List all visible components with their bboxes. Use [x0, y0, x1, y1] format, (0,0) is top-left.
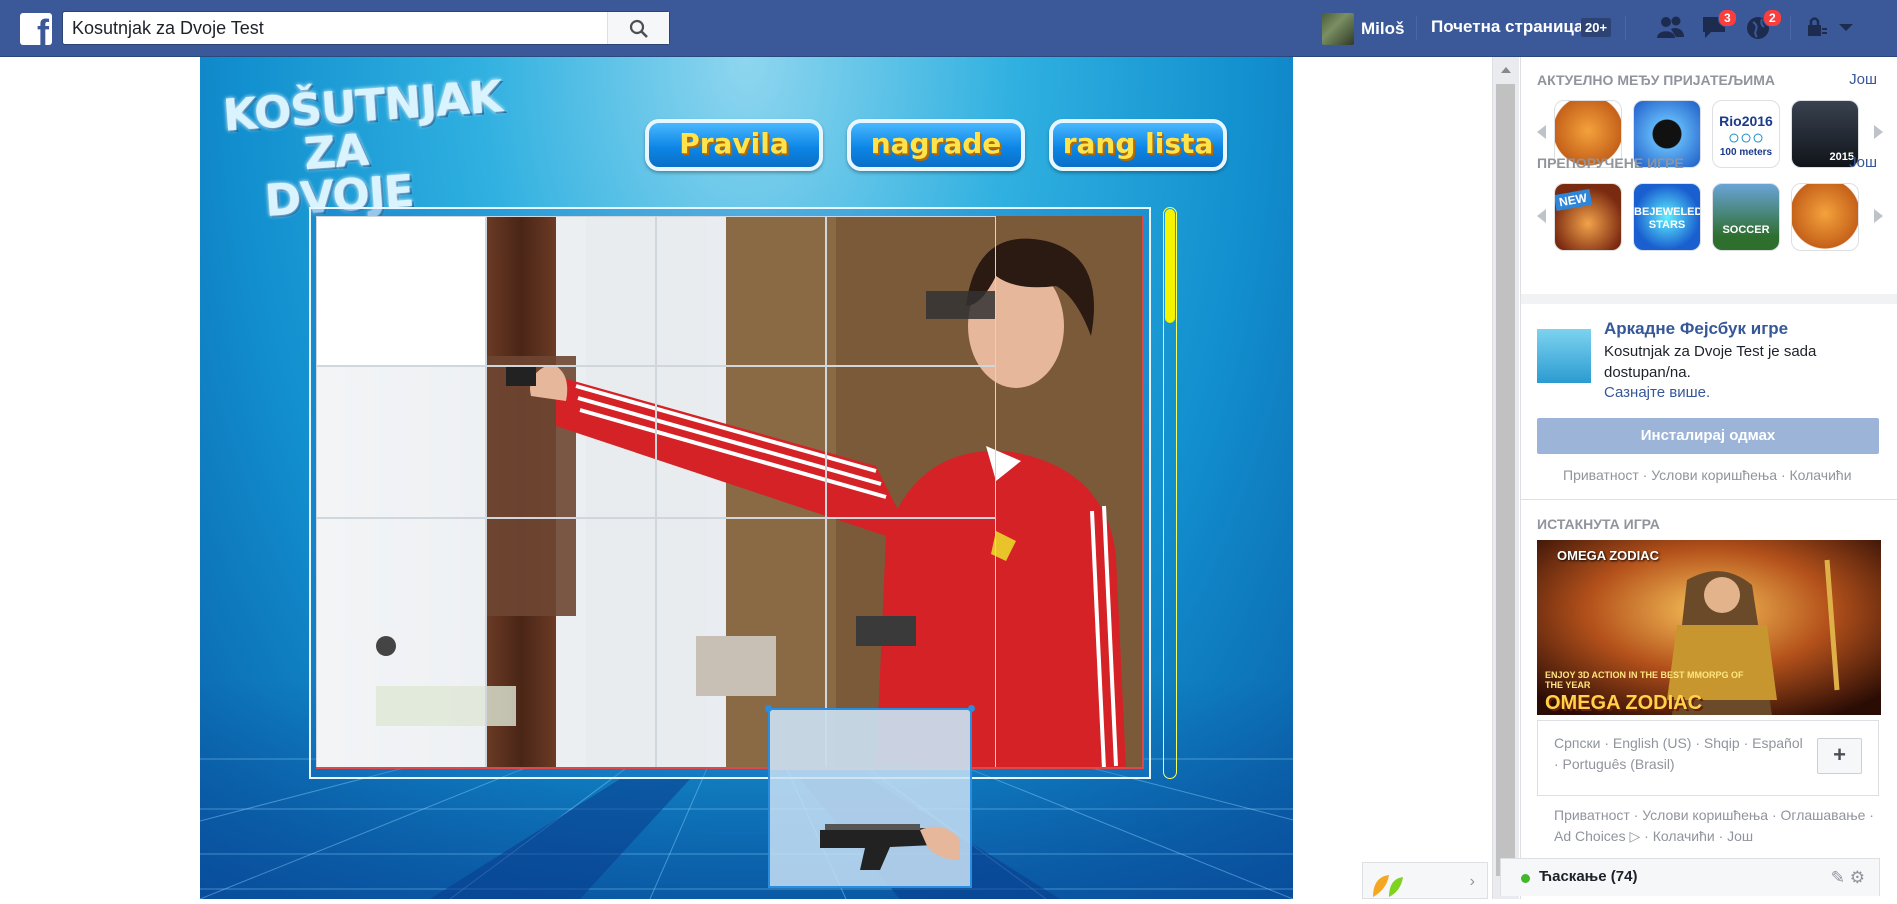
game-thumb-new[interactable]: NEW — [1554, 183, 1622, 251]
divider — [1521, 294, 1897, 304]
home-badge: 20+ — [1581, 18, 1612, 37]
timer-fill — [1165, 209, 1175, 323]
avatar[interactable] — [1322, 13, 1354, 45]
featured-game-tagline: ENJOY 3D ACTION IN THE BEST MMORPG OF TH… — [1545, 670, 1744, 690]
install-now-button[interactable]: Инсталирај одмах — [1537, 418, 1879, 454]
privacy-lock-icon[interactable] — [1806, 14, 1836, 42]
chat-label[interactable]: Ћаскање (74) — [1539, 868, 1637, 885]
mini-chat-tab[interactable]: › — [1362, 862, 1488, 899]
chevron-right-icon[interactable] — [1874, 125, 1883, 139]
ranking-button[interactable]: rang lista — [1049, 119, 1227, 171]
divider — [1625, 16, 1626, 40]
recommended-games-list: NEW BEJEWELED STARS SOCCER — [1554, 183, 1859, 251]
divider — [1790, 16, 1791, 40]
more-languages-button[interactable]: + — [1817, 738, 1862, 774]
home-link[interactable]: Почетна страница — [1431, 17, 1584, 37]
featured-game-banner[interactable]: OMEGA ZODIAC ENJOY 3D ACTION IN THE BEST… — [1537, 540, 1881, 715]
chevron-right-icon[interactable]: › — [1470, 873, 1475, 891]
prizes-button[interactable]: nagrade — [847, 119, 1025, 171]
pistol-image — [770, 710, 970, 870]
recommended-title: ПРЕПОРУЧЕНЕ ИГРЕ — [1537, 155, 1684, 171]
trending-more-link[interactable]: Још — [1849, 71, 1877, 88]
chevron-left-icon[interactable] — [1537, 125, 1546, 139]
search-icon — [629, 19, 648, 38]
account-menu-chevron-down-icon[interactable] — [1836, 14, 1866, 42]
dragged-puzzle-tile[interactable] — [765, 705, 975, 888]
notifications-badge: 2 — [1763, 9, 1782, 27]
chat-bar[interactable]: Ћаскање (74) ✎ ⚙ — [1500, 858, 1880, 896]
puzzle-board[interactable] — [309, 207, 1151, 779]
profile-link[interactable]: Miloš — [1322, 13, 1404, 45]
featured-game-title: ИСТАКНУТА ИГРА — [1537, 516, 1660, 532]
soccer-thumb-title: SOCCER — [1722, 224, 1770, 236]
language-links[interactable]: Српски · English (US) · Shqip · Español … — [1554, 733, 1804, 775]
game-logo: KOŠUTNJAK ZA DVOJE — [221, 71, 503, 227]
puzzle-empty-slot[interactable] — [316, 216, 486, 366]
timer-bar — [1163, 207, 1177, 779]
puzzle-tile[interactable] — [486, 216, 656, 366]
trending-title: АКТУЕЛНО МЕЂУ ПРИЈАТЕЉИМА — [1537, 72, 1776, 88]
promo-text: Kosutnjak za Dvoje Test je sada dostupan… — [1604, 343, 1817, 381]
friend-requests-icon[interactable] — [1655, 14, 1685, 42]
top-bar: f Kosutnjak za Dvoje Test Miloš Почетна … — [0, 0, 1897, 57]
promo-game-thumbnail[interactable] — [1537, 329, 1591, 383]
game-scrollbar[interactable] — [1492, 57, 1519, 899]
game-thumb-owl[interactable] — [1791, 183, 1859, 251]
leaf-logo-icon — [1373, 875, 1403, 897]
featured-game-caption: OMEGA ZODIAC — [1545, 692, 1703, 714]
policy-links[interactable]: Приватност · Услови коришћења · Колачићи — [1563, 467, 1852, 483]
puzzle-tile[interactable] — [656, 216, 826, 366]
drag-handle[interactable] — [765, 705, 772, 712]
messages-icon[interactable]: 3 — [1700, 9, 1737, 42]
game-thumb-rio2016[interactable]: Rio2016 ○○○ 100 meters — [1712, 100, 1780, 168]
promo-title[interactable]: Аркадне Фејсбук игре — [1604, 319, 1788, 339]
divider — [1521, 499, 1897, 500]
scroll-up-arrow-icon[interactable] — [1501, 67, 1511, 73]
puzzle-tile[interactable] — [316, 518, 486, 767]
learn-more-link[interactable]: Сазнајте више. — [1604, 384, 1710, 401]
puzzle-tile[interactable] — [316, 366, 486, 518]
chevron-right-icon[interactable] — [1874, 209, 1883, 223]
user-name[interactable]: Miloš — [1361, 19, 1404, 39]
facebook-logo-icon[interactable]: f — [20, 13, 52, 45]
olympic-rings-icon: ○○○ — [1727, 127, 1765, 149]
online-status-icon — [1521, 874, 1530, 883]
search-input[interactable]: Kosutnjak za Dvoje Test — [62, 11, 670, 45]
puzzle-tile[interactable] — [826, 216, 996, 366]
puzzle-grid — [316, 216, 1144, 769]
game-canvas[interactable]: KOŠUTNJAK ZA DVOJE Pravila nagrade rang … — [200, 57, 1293, 899]
games-sidebar: АКТУЕЛНО МЕЂУ ПРИЈАТЕЉИМА Још Rio2016 ○○… — [1520, 57, 1897, 899]
game-thumb-bejeweled[interactable]: BEJEWELED STARS — [1633, 183, 1701, 251]
puzzle-tile[interactable] — [656, 366, 826, 518]
footer-links[interactable]: Приватност · Услови коришћења · Оглашава… — [1554, 805, 1874, 847]
puzzle-tile[interactable] — [826, 366, 996, 518]
puzzle-tile[interactable] — [486, 518, 656, 767]
new-badge: NEW — [1555, 188, 1593, 212]
search-button[interactable] — [607, 12, 669, 44]
divider — [1416, 16, 1417, 40]
puzzle-tile[interactable] — [486, 366, 656, 518]
chevron-left-icon[interactable] — [1537, 209, 1546, 223]
drag-handle[interactable] — [968, 705, 975, 712]
game-thumb-soccer[interactable]: SOCCER — [1712, 183, 1780, 251]
compose-icon[interactable]: ✎ — [1831, 868, 1845, 887]
language-selector: Српски · English (US) · Shqip · Español … — [1537, 720, 1879, 796]
messages-badge: 3 — [1718, 9, 1737, 27]
scrollbar-thumb[interactable] — [1496, 84, 1515, 876]
rules-button[interactable]: Pravila — [645, 119, 823, 171]
gear-icon[interactable]: ⚙ — [1850, 868, 1865, 887]
featured-game-logo: OMEGA ZODIAC — [1557, 548, 1660, 563]
chat-settings: ✎ ⚙ — [1831, 868, 1865, 888]
search-input-value[interactable]: Kosutnjak za Dvoje Test — [72, 18, 264, 39]
recommended-more-link[interactable]: Још — [1849, 154, 1877, 171]
bejeweled-thumb-title: BEJEWELED STARS — [1634, 206, 1701, 231]
notifications-globe-icon[interactable]: 2 — [1745, 9, 1782, 42]
rio-thumb-subtitle: 100 meters — [1719, 147, 1773, 158]
